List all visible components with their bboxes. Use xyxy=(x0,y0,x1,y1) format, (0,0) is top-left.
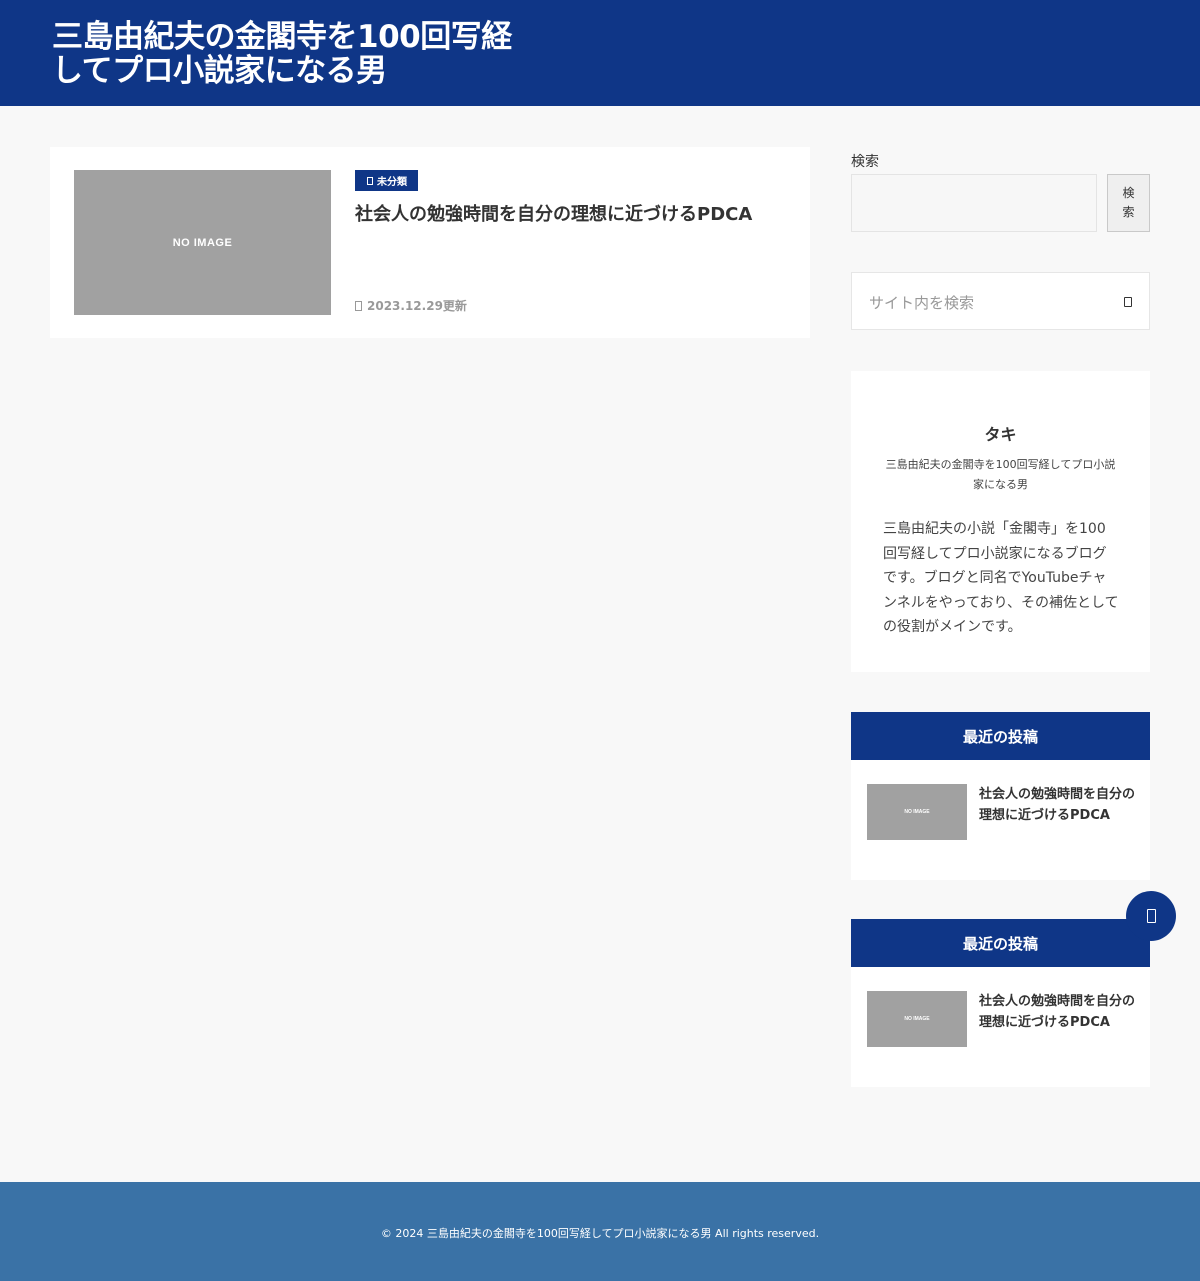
site-title-line2[interactable]: してプロ小説家になる男 xyxy=(52,54,572,88)
site-footer: © 2024 三島由紀夫の金閣寺を100回写経してプロ小説家になる男 All r… xyxy=(0,1182,1200,1281)
search-icon[interactable] xyxy=(1124,297,1132,307)
search-button[interactable]: 検索 xyxy=(1107,174,1150,232)
site-header: 三島由紀夫の金閣寺を100回写経 してプロ小説家になる男 xyxy=(0,0,1200,106)
post-date: 2023.12.29更新 xyxy=(355,297,467,314)
recent-posts-list: NO IMAGE 社会人の勉強時間を自分の理想に近づけるPDCA xyxy=(851,967,1150,1087)
recent-post-thumbnail[interactable]: NO IMAGE xyxy=(867,784,967,840)
scroll-top-icon xyxy=(1146,909,1156,923)
copyright: © 2024 三島由紀夫の金閣寺を100回写経してプロ小説家になる男 All r… xyxy=(380,1227,820,1240)
post-title[interactable]: 社会人の勉強時間を自分の理想に近づけるPDCA xyxy=(355,201,795,229)
category-label: 未分類 xyxy=(377,177,407,188)
recent-post-thumbnail-text: NO IMAGE xyxy=(904,809,930,815)
recent-post-title[interactable]: 社会人の勉強時間を自分の理想に近づけるPDCA xyxy=(979,784,1139,826)
site-search-input[interactable]: サイト内を検索 xyxy=(851,272,1150,330)
scroll-top-button[interactable] xyxy=(1126,891,1176,941)
clock-icon xyxy=(355,300,362,311)
post-thumbnail[interactable]: NO IMAGE xyxy=(74,170,331,315)
folder-icon xyxy=(367,176,373,185)
site-title-line1[interactable]: 三島由紀夫の金閣寺を100回写経 xyxy=(52,20,572,54)
profile-widget: タキ 三島由紀夫の金閣寺を100回写経してプロ小説家になる男 三島由紀夫の小説「… xyxy=(851,371,1150,672)
recent-posts-heading: 最近の投稿 xyxy=(851,712,1150,760)
recent-posts-list: NO IMAGE 社会人の勉強時間を自分の理想に近づけるPDCA xyxy=(851,760,1150,880)
recent-post-thumbnail[interactable]: NO IMAGE xyxy=(867,991,967,1047)
post-thumbnail-text: NO IMAGE xyxy=(172,236,233,249)
category-badge[interactable]: 未分類 xyxy=(355,170,418,191)
search-label: 検索 xyxy=(851,154,879,170)
site-search-placeholder: サイト内を検索 xyxy=(869,294,975,312)
recent-post-title[interactable]: 社会人の勉強時間を自分の理想に近づけるPDCA xyxy=(979,991,1139,1033)
profile-name: タキ xyxy=(984,425,1017,444)
profile-bio: 三島由紀夫の小説「金閣寺」を100回写経してプロ小説家になるブログです。ブログと… xyxy=(883,521,1119,635)
recent-post-thumbnail-text: NO IMAGE xyxy=(904,1016,930,1022)
profile-tagline: 三島由紀夫の金閣寺を100回写経してプロ小説家になる男 xyxy=(885,458,1116,491)
search-input[interactable] xyxy=(851,174,1097,232)
post-date-text: 2023.12.29更新 xyxy=(367,299,467,313)
post-card[interactable]: NO IMAGE 未分類 社会人の勉強時間を自分の理想に近づけるPDCA 202… xyxy=(50,147,810,338)
search-button-label: 検索 xyxy=(1122,186,1135,219)
recent-posts-heading: 最近の投稿 xyxy=(851,919,1150,967)
site-title[interactable]: 三島由紀夫の金閣寺を100回写経 してプロ小説家になる男 xyxy=(52,20,572,88)
